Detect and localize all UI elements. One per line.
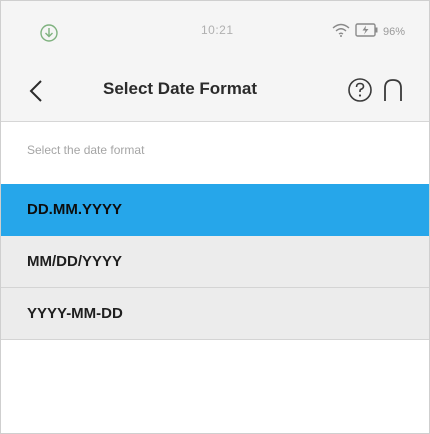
- date-format-option-dd-mm-yyyy[interactable]: DD.MM.YYYY: [1, 184, 429, 236]
- help-circle-icon: [348, 78, 372, 102]
- download-circle-icon: [39, 23, 59, 43]
- date-format-option-yyyy-mm-dd[interactable]: YYYY-MM-DD: [1, 288, 429, 340]
- home-arch-icon: [384, 79, 402, 101]
- battery-percentage: 96%: [383, 26, 406, 38]
- date-format-list: DD.MM.YYYY MM/DD/YYYY YYYY-MM-DD: [1, 184, 429, 340]
- status-indicators: 96%: [331, 21, 405, 43]
- status-bar: 10:21 96%: [1, 1, 429, 59]
- chevron-left-icon: [29, 80, 42, 102]
- date-format-option-mm-dd-yyyy[interactable]: MM/DD/YYYY: [1, 236, 429, 288]
- screen: 10:21 96% Select Date Format Select the …: [0, 0, 430, 434]
- wifi-icon: [331, 22, 351, 43]
- page-title: Select Date Format: [103, 79, 257, 98]
- home-button[interactable]: [381, 77, 405, 103]
- help-button[interactable]: [347, 77, 373, 103]
- status-time: 10:21: [201, 23, 234, 37]
- battery-charging-icon: [355, 22, 379, 43]
- instruction-text: Select the date format: [27, 143, 145, 157]
- header-bar: Select Date Format: [1, 59, 429, 122]
- back-button[interactable]: [23, 77, 51, 105]
